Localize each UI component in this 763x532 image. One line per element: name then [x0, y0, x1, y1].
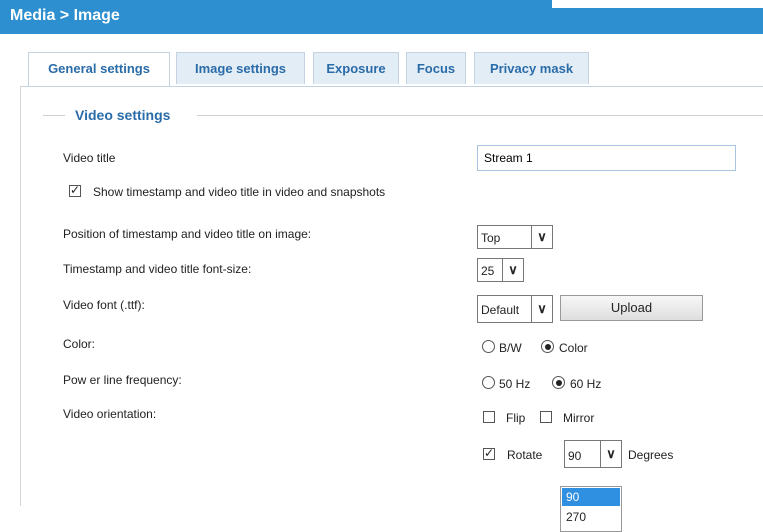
power-60hz-radio[interactable]	[552, 376, 565, 389]
power-60hz-label: 60 Hz	[570, 377, 602, 391]
power-50hz-radio[interactable]	[482, 376, 495, 389]
font-size-select[interactable]: 25 ∨	[477, 258, 524, 282]
tab-exposure[interactable]: Exposure	[313, 52, 399, 84]
video-font-select[interactable]: Default ∨	[477, 295, 553, 323]
panel-left-border	[20, 86, 21, 506]
chevron-down-icon: ∨	[531, 296, 552, 322]
tab-image-settings[interactable]: Image settings	[176, 52, 305, 84]
rotate-select-value: 90	[568, 449, 582, 463]
video-title-label: Video title	[63, 151, 116, 165]
degrees-label: Degrees	[628, 448, 674, 462]
tab-general-settings[interactable]: General settings	[28, 52, 170, 87]
flip-label: Flip	[506, 411, 526, 425]
video-title-input[interactable]	[477, 145, 736, 171]
rotate-option-270[interactable]: 270	[562, 508, 620, 526]
upload-button[interactable]: Upload	[560, 295, 703, 321]
group-divider	[43, 115, 65, 116]
color-bw-radio[interactable]	[482, 340, 495, 353]
video-font-label: Video font (.ttf):	[63, 298, 145, 312]
position-label: Position of timestamp and video title on…	[63, 227, 312, 241]
tab-focus[interactable]: Focus	[406, 52, 466, 84]
page-title: Media > Image	[10, 7, 120, 24]
header-strip	[552, 0, 763, 8]
video-font-select-value: Default	[481, 303, 520, 317]
position-select[interactable]: Top ∨	[477, 225, 553, 249]
power-50hz-label: 50 Hz	[499, 377, 531, 391]
color-bw-label: B/W	[499, 341, 522, 355]
rotate-dropdown-list: 90 270	[560, 486, 622, 532]
position-select-value: Top	[481, 231, 501, 245]
orientation-label: Video orientation:	[63, 407, 157, 421]
color-label: Color:	[63, 337, 96, 351]
mirror-checkbox[interactable]	[540, 411, 552, 423]
rotate-checkbox[interactable]	[483, 446, 495, 460]
font-size-label: Timestamp and video title font-size:	[63, 262, 252, 276]
flip-checkbox[interactable]	[483, 411, 495, 423]
rotate-label: Rotate	[507, 448, 543, 462]
chevron-down-icon: ∨	[600, 441, 621, 467]
tab-privacy-mask[interactable]: Privacy mask	[474, 52, 589, 84]
page-header: Media > Image	[0, 0, 763, 34]
show-timestamp-checkbox[interactable]	[69, 183, 81, 197]
chevron-down-icon: ∨	[502, 259, 523, 281]
rotate-option-90[interactable]: 90	[562, 488, 620, 506]
show-timestamp-label: Show timestamp and video title in video …	[93, 185, 386, 199]
group-divider	[197, 115, 763, 116]
chevron-down-icon: ∨	[531, 226, 552, 248]
color-color-label: Color	[559, 341, 588, 355]
font-size-select-value: 25	[481, 264, 495, 278]
mirror-label: Mirror	[563, 411, 595, 425]
rotate-select[interactable]: 90 ∨	[564, 440, 622, 468]
color-color-radio[interactable]	[541, 340, 554, 353]
panel-top-border	[20, 86, 763, 87]
power-line-label: Pow er line frequency:	[63, 373, 182, 387]
section-title: Video settings	[75, 107, 171, 123]
